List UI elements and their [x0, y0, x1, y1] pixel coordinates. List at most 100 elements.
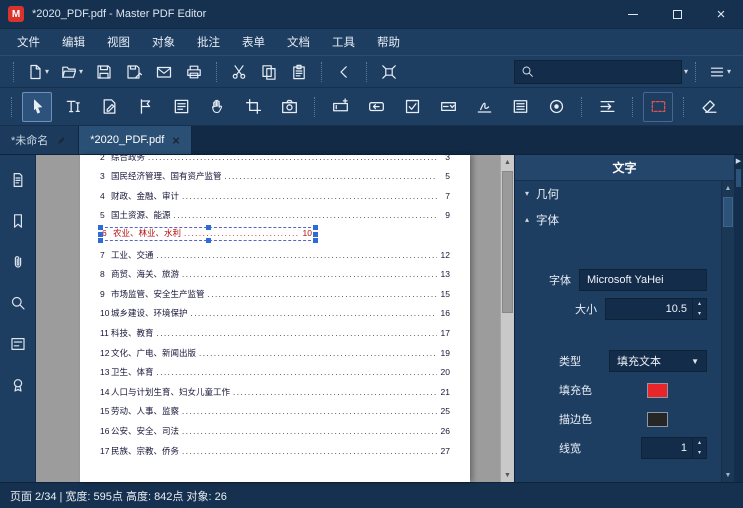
- stepper-arrows[interactable]: ▴▾: [692, 438, 706, 458]
- line-width-stepper[interactable]: 1 ▴▾: [641, 437, 707, 459]
- toc-line[interactable]: 10城乡建设、环境保护16: [100, 303, 450, 323]
- edit-text-button[interactable]: [58, 92, 88, 122]
- push-button-button[interactable]: [361, 92, 391, 122]
- menu-item-1[interactable]: 文件: [6, 30, 51, 54]
- check-box-button[interactable]: [397, 92, 427, 122]
- fill-color-swatch[interactable]: [647, 383, 668, 398]
- snapshot-button[interactable]: [274, 92, 304, 122]
- stepper-down-icon[interactable]: ▾: [693, 448, 706, 458]
- select-text-button[interactable]: [130, 92, 160, 122]
- hand-tool-button[interactable]: [202, 92, 232, 122]
- scroll-up-icon[interactable]: ▲: [501, 155, 514, 169]
- menu-item-7[interactable]: 文档: [276, 30, 321, 54]
- menu-item-2[interactable]: 编辑: [51, 30, 96, 54]
- sidebar-panel-pages-button[interactable]: [5, 167, 31, 193]
- text-field-button[interactable]: [325, 92, 355, 122]
- close-icon[interactable]: ×: [172, 134, 180, 147]
- save-button[interactable]: [91, 59, 117, 85]
- radio-button-button[interactable]: [541, 92, 571, 122]
- menu-item-5[interactable]: 批注: [186, 30, 231, 54]
- font-size-stepper[interactable]: 10.5 ▴▾: [605, 298, 707, 320]
- scroll-track[interactable]: [501, 169, 514, 468]
- stepper-down-icon[interactable]: ▾: [693, 309, 706, 319]
- main-menu-button[interactable]: ▾: [705, 59, 735, 85]
- selection-handle[interactable]: [313, 225, 318, 230]
- selection-handle[interactable]: [98, 225, 103, 230]
- open-folder-button[interactable]: ▾: [57, 59, 87, 85]
- toc-line[interactable]: 12文化、广电、新闻出版19: [100, 342, 450, 362]
- cut-button[interactable]: [226, 59, 252, 85]
- stepper-up-icon[interactable]: ▴: [693, 299, 706, 309]
- sidebar-panel-form-fields-button[interactable]: [5, 331, 31, 357]
- copy-button[interactable]: [256, 59, 282, 85]
- toc-line[interactable]: 14人口与计划生育、妇女儿童工作21: [100, 381, 450, 401]
- menu-item-6[interactable]: 表单: [231, 30, 276, 54]
- back-button[interactable]: [331, 59, 357, 85]
- selection-handle[interactable]: [98, 238, 103, 243]
- panel-scrollbar[interactable]: ▲ ▼: [721, 181, 734, 482]
- toc-line[interactable]: 16公安、安全、司法26: [100, 420, 450, 440]
- document-viewer[interactable]: 2综合政务33国民经济管理、国有资产监管54财政、金融、审计75国土资源、能源9…: [36, 155, 514, 482]
- search-box[interactable]: [514, 60, 682, 84]
- save-as-button[interactable]: [121, 59, 147, 85]
- sidebar-panel-bookmarks-button[interactable]: [5, 208, 31, 234]
- pdf-page[interactable]: 2综合政务33国民经济管理、国有资产监管54财政、金融、审计75国土资源、能源9…: [80, 155, 470, 482]
- toc-line[interactable]: 11科技、教育17: [100, 322, 450, 342]
- eraser-button[interactable]: [694, 92, 724, 122]
- paste-button[interactable]: [286, 59, 312, 85]
- close-button[interactable]: ×: [699, 0, 743, 28]
- search-dropdown-caret-icon[interactable]: ▾: [684, 68, 688, 76]
- viewer-scrollbar[interactable]: ▲ ▼: [500, 155, 514, 482]
- menu-item-8[interactable]: 工具: [321, 30, 366, 54]
- sidebar-panel-search-button[interactable]: [5, 290, 31, 316]
- selection-handle[interactable]: [98, 232, 103, 237]
- stepper-up-icon[interactable]: ▴: [693, 438, 706, 448]
- section-1[interactable]: ▾几何: [515, 181, 721, 207]
- scroll-down-icon[interactable]: ▼: [501, 468, 514, 482]
- sidebar-panel-attachments-button[interactable]: [5, 249, 31, 275]
- stepper-arrows[interactable]: ▴▾: [692, 299, 706, 319]
- menu-item-4[interactable]: 对象: [141, 30, 186, 54]
- edit-document-button[interactable]: [94, 92, 124, 122]
- panel-scroll-thumb[interactable]: [723, 197, 733, 227]
- scroll-thumb[interactable]: [502, 171, 513, 313]
- toc-line[interactable]: 15劳动、人事、监察25: [100, 401, 450, 421]
- toc-line[interactable]: 6农业、林业、水利10: [100, 224, 450, 244]
- toc-line[interactable]: 9市场监管、安全生产监管15: [100, 283, 450, 303]
- menu-item-3[interactable]: 视图: [96, 30, 141, 54]
- combo-box-button[interactable]: [433, 92, 463, 122]
- edit-icon[interactable]: [56, 135, 67, 146]
- crop-button[interactable]: [238, 92, 268, 122]
- toc-line[interactable]: 2综合政务3: [100, 155, 450, 166]
- selected-text-object[interactable]: 6农业、林业、水利10: [100, 227, 316, 241]
- panel-scroll-track[interactable]: [722, 195, 734, 468]
- print-button[interactable]: [181, 59, 207, 85]
- menu-item-9[interactable]: 帮助: [366, 30, 411, 54]
- edge-scroll-thumb[interactable]: [736, 169, 741, 187]
- toc-line[interactable]: 5国土资源、能源9: [100, 205, 450, 225]
- signature-field-button[interactable]: [469, 92, 499, 122]
- toc-line[interactable]: 8商贸、海关、旅游13: [100, 264, 450, 284]
- collapse-panel-icon[interactable]: ▶: [736, 158, 741, 165]
- select-arrow-button[interactable]: [22, 92, 52, 122]
- list-box-button[interactable]: [505, 92, 535, 122]
- toc-line[interactable]: 7工业、交通12: [100, 244, 450, 264]
- highlight-area-button[interactable]: [643, 92, 673, 122]
- font-family-select[interactable]: Microsoft YaHei: [579, 269, 707, 291]
- toc-line[interactable]: 13卫生、体育20: [100, 362, 450, 382]
- panel-scroll-down-icon[interactable]: ▼: [722, 468, 734, 482]
- new-document-button[interactable]: ▾: [23, 59, 53, 85]
- arrange-button[interactable]: [592, 92, 622, 122]
- maximize-button[interactable]: [655, 0, 699, 28]
- section-2[interactable]: ▴字体: [515, 207, 721, 233]
- sidebar-panel-signatures-button[interactable]: [5, 372, 31, 398]
- text-type-select[interactable]: 填充文本 ▼: [609, 350, 707, 372]
- selection-handle[interactable]: [206, 225, 211, 230]
- tab-2[interactable]: *2020_PDF.pdf×: [79, 126, 192, 154]
- search-input[interactable]: [540, 66, 675, 78]
- fit-page-button[interactable]: [376, 59, 402, 85]
- panel-scroll-up-icon[interactable]: ▲: [722, 181, 734, 195]
- minimize-button[interactable]: [611, 0, 655, 28]
- edit-forms-button[interactable]: [166, 92, 196, 122]
- selection-handle[interactable]: [313, 238, 318, 243]
